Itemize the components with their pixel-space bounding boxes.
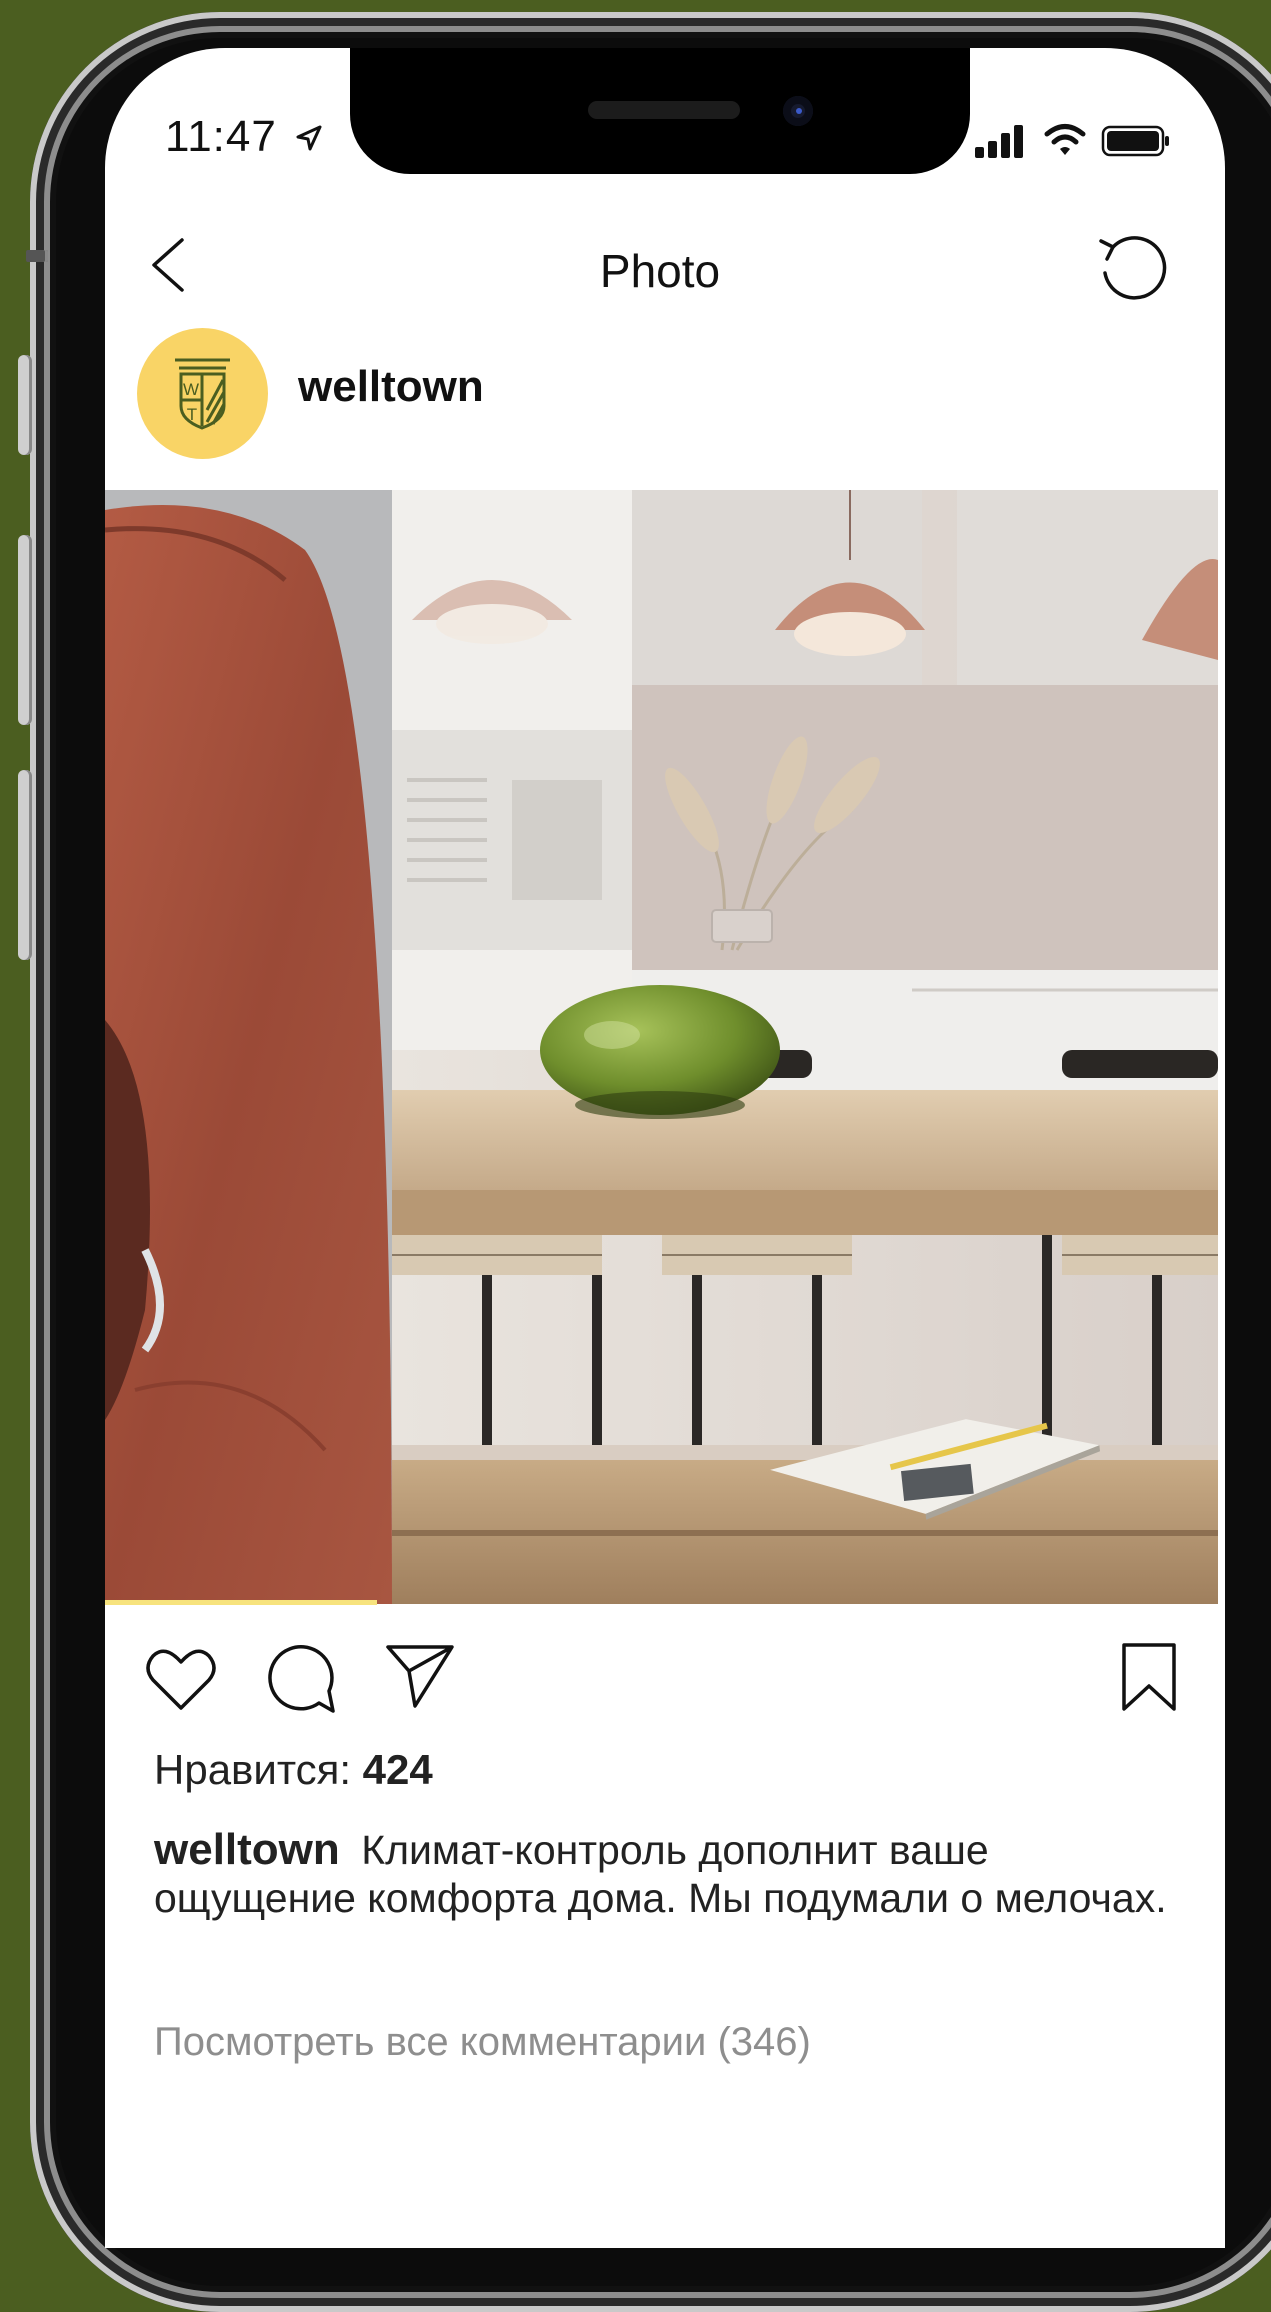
likes-count[interactable]: Нравится: 424: [154, 1746, 433, 1794]
likes-label: Нравится:: [154, 1746, 351, 1793]
comment-icon[interactable]: [267, 1643, 337, 1715]
welltown-logo: W T: [175, 358, 230, 430]
caption-username[interactable]: welltown: [154, 1825, 340, 1874]
camera-lens: [796, 108, 802, 114]
volume-up-button: [18, 535, 32, 725]
volume-down-button: [18, 770, 32, 960]
svg-text:T: T: [187, 405, 197, 424]
heart-icon[interactable]: [145, 1646, 217, 1712]
speaker: [588, 101, 740, 119]
share-icon[interactable]: [385, 1643, 455, 1709]
status-time: 11:47: [165, 112, 324, 162]
battery-icon: [1101, 125, 1169, 157]
status-icons: [975, 124, 1169, 158]
mute-button: [18, 355, 32, 455]
svg-text:W: W: [183, 380, 199, 399]
post-username[interactable]: welltown: [298, 362, 484, 412]
likes-number: 424: [362, 1746, 433, 1793]
refresh-icon[interactable]: [1097, 233, 1167, 303]
wifi-icon: [1044, 124, 1086, 155]
status-time-text: 11:47: [165, 112, 277, 161]
bookmark-icon[interactable]: [1121, 1642, 1177, 1712]
signal-icon: [975, 125, 1023, 158]
avatar[interactable]: W T: [137, 328, 268, 459]
view-comments-link[interactable]: Посмотреть все комментарии (346): [154, 2020, 811, 2065]
location-arrow-icon: [296, 125, 322, 151]
kitchen-image: [392, 490, 1218, 1604]
page-title: Photo: [599, 245, 721, 297]
post-caption: welltown Климат-контроль дополнит ваше о…: [154, 1826, 1184, 1922]
back-icon[interactable]: [148, 237, 188, 293]
silent-switch: [26, 250, 48, 262]
post-photo[interactable]: [105, 490, 1218, 1604]
hood-image: [105, 490, 392, 1604]
previous-photo-hood: [105, 490, 392, 1604]
carousel-indicator: [105, 1600, 377, 1605]
